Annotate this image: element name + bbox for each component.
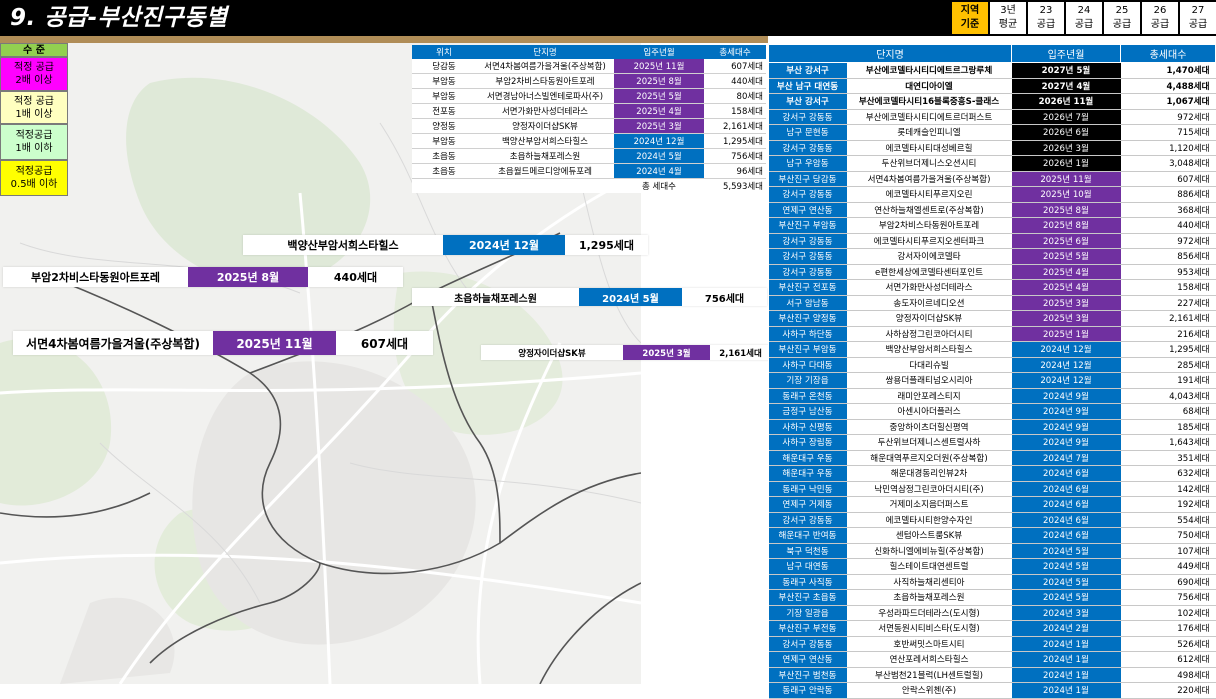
period-tab-4[interactable]: 25 공급 xyxy=(1104,2,1140,34)
table-row: 기장 일광읍 우성라파드더테라스(도시형) 2024년 3월 102세대 xyxy=(768,605,1216,621)
callout-buam2[interactable]: 부암2차비스타동원아트포레 2025년 8월 440세대 xyxy=(3,267,403,287)
table-row: 사하구 신평동 중앙하이츠더힐신평역 2024년 9월 185세대 xyxy=(768,419,1216,435)
table-row: 동래구 사직동 사직하늘채리센티아 2024년 5월 690세대 xyxy=(768,574,1216,590)
table-row: 서구 암남동 송도자이르네디오션 2025년 3월 227세대 xyxy=(768,295,1216,311)
table-row: 부산진구 전포동 서면가화만사성더테라스 2025년 4월 158세대 xyxy=(768,279,1216,296)
table-row: 기장 기장읍 쌍용더플래티넘오시리아 2024년 12월 191세대 xyxy=(768,372,1216,389)
period-tab-0[interactable]: 지역 기준 xyxy=(952,2,988,34)
table-row: 해운대구 반여동 센텀아스트룸SK뷰 2024년 6월 750세대 xyxy=(768,527,1216,544)
table-row: 사하구 다대동 다대리슈빌 2024년 12월 285세대 xyxy=(768,357,1216,373)
table-row: 초읍동 초읍하늘채포레스원 2024년 5월 756세대 xyxy=(412,148,766,164)
table-row: 동래구 안락동 안락스위첸(주) 2024년 1월 220세대 xyxy=(768,682,1216,699)
table-row: 부산진구 초읍동 초읍하늘채포레스원 2024년 5월 756세대 xyxy=(768,589,1216,606)
table-row: 강서구 강동동 에코델타시티푸르지오센터파크 2025년 6월 972세대 xyxy=(768,233,1216,249)
callout-baekyangsan[interactable]: 백양산부암서희스타힐스 2024년 12월 1,295세대 xyxy=(243,235,648,255)
period-tab-1[interactable]: 3년 평균 xyxy=(990,2,1026,34)
table-row: 강서구 강동동 e편한세상에코델타센터포인트 2025년 4월 953세대 xyxy=(768,264,1216,280)
callout-yangjeong[interactable]: 양정자이더샵SK뷰 2025년 3월 2,161세대 xyxy=(481,345,771,360)
table-row: 사하구 하단동 사하삼정그린코아더시티 2025년 1월 216세대 xyxy=(768,326,1216,342)
table-row: 강서구 강동동 부산에코델타시티디에트르더퍼스트 2026년 7월 972세대 xyxy=(768,109,1216,125)
table-row: 당감동 서면4차봄여름가을겨울(주상복합) 2025년 11월 607세대 xyxy=(412,59,766,74)
table-row: 금정구 남산동 아센시아더플러스 2024년 9월 68세대 xyxy=(768,403,1216,420)
table-row: 부산진구 부암동 부암2차비스타동원아트포레 2025년 8월 440세대 xyxy=(768,217,1216,234)
table-row: 부산진구 부전동 서면동원시티비스타(도시형) 2024년 2월 176세대 xyxy=(768,620,1216,637)
table-row: 초읍동 초읍월드메르디앙에듀포레 2024년 4월 96세대 xyxy=(412,163,766,179)
table-row: 부산진구 양정동 양정자이더샵SK뷰 2025년 3월 2,161세대 xyxy=(768,310,1216,327)
col-location: 위치 xyxy=(412,45,476,59)
col-move-in: 입주년월 xyxy=(614,45,704,59)
table-row: 해운대구 우동 해운대역푸르지오더원(주상복합) 2024년 7월 351세대 xyxy=(768,450,1216,466)
period-tabs: 지역 기준 3년 평균 23 공급 24 공급 25 공급 26 공급 27 공급 xyxy=(950,2,1216,34)
legend-item-below-half: 적정공급 0.5배 이하 xyxy=(0,160,68,196)
table-row: 강서구 강동동 에코델타시티대성베르힐 2026년 3월 1,120세대 xyxy=(768,140,1216,156)
table-row: 부산진구 범천동 부산범천21블럭(LH센트럴힐) 2024년 1월 498세대 xyxy=(768,667,1216,683)
table-row: 전포동 서면가화만사성더테라스 2025년 4월 158세대 xyxy=(412,103,766,119)
busan-supply-table: 단지명 입주년월 총세대수 부산 강서구 부산에코델타시티디에트르그랑루체 2027… xyxy=(768,44,1216,699)
col-complex-name: 단지명 xyxy=(768,44,1012,63)
table-row: 부산 강서구 부산에코델타시티16블록중흥S-클래스 2026년 11월 1,067세… xyxy=(768,93,1216,110)
table-row: 동래구 낙민동 낙민역삼정그린코아더시티(주) 2024년 6월 142세대 xyxy=(768,481,1216,497)
callout-choeup[interactable]: 초읍하늘채포레스원 2024년 5월 756세대 xyxy=(412,288,767,306)
busanjin-supply-table: 위치 단지명 입주년월 총세대수 당감동 서면4차봄여름가을겨울(주상복합) 202… xyxy=(412,45,766,193)
page-title: 9. 공급-부산진구동별 xyxy=(10,5,228,31)
table-row: 동래구 온천동 래미안포레스티지 2024년 9월 4,043세대 xyxy=(768,388,1216,404)
legend: 수 준 적정 공급 2배 이상 적정 공급 1배 이상 적정공급 1배 이하 적정공급… xyxy=(0,43,68,196)
table-row: 양정동 양정자이더샵SK뷰 2025년 3월 2,161세대 xyxy=(412,118,766,134)
header-bar: 9. 공급-부산진구동별 지역 기준 3년 평균 23 공급 24 공급 25 공급 26 공급 27 공… xyxy=(0,0,1216,36)
table-row: 강서구 강동동 호반써밋스마트시티 2024년 1월 526세대 xyxy=(768,636,1216,652)
table-row: 부암동 백양산부암서희스타힐스 2024년 12월 1,295세대 xyxy=(412,133,766,149)
table-row: 해운대구 우동 해운대경동리인뷰2차 2024년 6월 632세대 xyxy=(768,465,1216,482)
col-move-in-date: 입주년월 xyxy=(1011,44,1121,63)
period-tab-6[interactable]: 27 공급 xyxy=(1180,2,1216,34)
legend-item-1x: 적정 공급 1배 이상 xyxy=(0,91,68,124)
legend-header: 수 준 xyxy=(0,43,68,57)
table-row: 부산진구 당감동 서면4차봄여름가을겨울(주상복합) 2025년 11월 607세대 xyxy=(768,171,1216,187)
table-row: 강서구 강동동 에코델타시티한양수자인 2024년 6월 554세대 xyxy=(768,512,1216,528)
callout-seomyeon4[interactable]: 서면4차봄여름가을겨울(주상복합) 2025년 11월 607세대 xyxy=(13,331,433,355)
total-row: 총 세대수 5,593세대 xyxy=(642,182,763,192)
period-tab-2[interactable]: 23 공급 xyxy=(1028,2,1064,34)
col-units: 총세대수 xyxy=(704,45,766,59)
table-row: 사하구 장림동 두산위브더제니스센트럴사하 2024년 9월 1,643세대 xyxy=(768,434,1216,451)
table-row: 연제구 거제동 거제미소지음더퍼스트 2024년 6월 192세대 xyxy=(768,496,1216,513)
table-row: 부산 남구 대연동 대연디아이엘 2027년 4월 4,488세대 xyxy=(768,78,1216,94)
table-row: 북구 덕천동 신화하니엘에비뉴힐(주상복합) 2024년 5월 107세대 xyxy=(768,543,1216,559)
col-total-units: 총세대수 xyxy=(1120,44,1216,63)
table-row: 강서구 강동동 강서자이에코델타 2025년 5월 856세대 xyxy=(768,248,1216,265)
period-tab-3[interactable]: 24 공급 xyxy=(1066,2,1102,34)
table-row: 연제구 연산동 연산포레서희스타힐스 2024년 1월 612세대 xyxy=(768,651,1216,668)
table-row: 부암동 서면경남아너스빌엔테로파사(주) 2025년 5월 80세대 xyxy=(412,88,766,104)
period-tab-5[interactable]: 26 공급 xyxy=(1142,2,1178,34)
table-row: 부산진구 부암동 백양산부암서희스타힐스 2024년 12월 1,295세대 xyxy=(768,341,1216,358)
accent-bar xyxy=(0,36,768,43)
table-row: 연제구 연산동 연산하늘채엘센트로(주상복합) 2025년 8월 368세대 xyxy=(768,202,1216,218)
table-row: 남구 대연동 힐스테이트대연센트럴 2024년 5월 449세대 xyxy=(768,558,1216,575)
table-row: 부산 강서구 부산에코델타시티디에트르그랑루체 2027년 5월 1,470세대 xyxy=(768,62,1216,79)
table-row: 강서구 강동동 에코델타시티푸르지오린 2025년 10월 886세대 xyxy=(768,186,1216,203)
col-complex: 단지명 xyxy=(476,45,614,59)
table-row: 남구 문현동 롯데캐슬인피니엘 2026년 6월 715세대 xyxy=(768,124,1216,141)
legend-item-below-1x: 적정공급 1배 이하 xyxy=(0,124,68,160)
table-row: 남구 우암동 두산위브더제니스오션시티 2026년 1월 3,048세대 xyxy=(768,155,1216,172)
legend-item-2x: 적정 공급 2배 이상 xyxy=(0,57,68,91)
table-row: 부암동 부암2차비스타동원아트포레 2025년 8월 440세대 xyxy=(412,73,766,89)
